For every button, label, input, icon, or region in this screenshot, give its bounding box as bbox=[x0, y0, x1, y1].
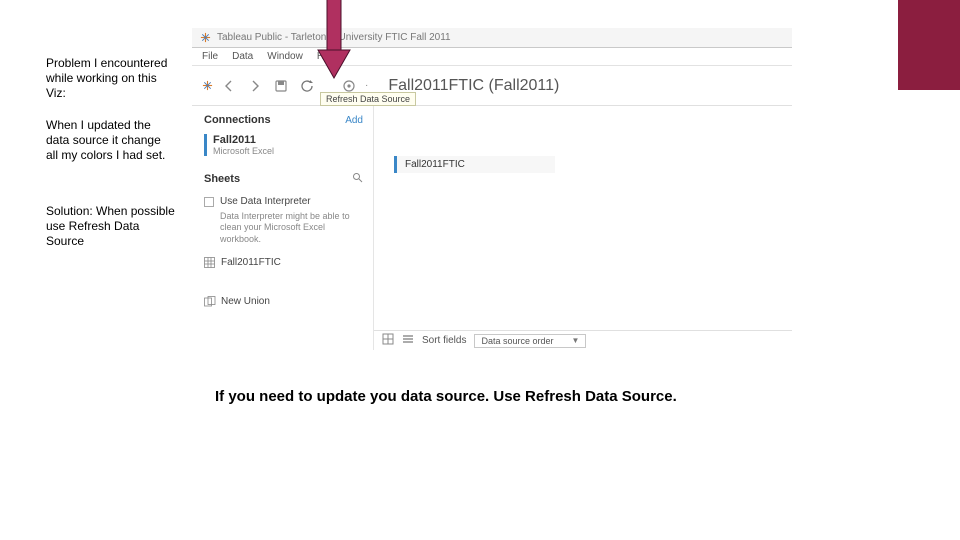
toolbar: Refresh Data Source · Fall2011FTIC (Fall… bbox=[192, 66, 792, 106]
tableau-screenshot: Tableau Public - Tarleton S University F… bbox=[192, 28, 792, 350]
joined-table-label: Fall2011FTIC bbox=[405, 159, 465, 170]
menubar: File Data Window Help bbox=[192, 48, 792, 66]
refresh-tooltip: Refresh Data Source bbox=[320, 92, 416, 106]
pointer-arrow bbox=[316, 0, 352, 80]
sheet-item-label: Fall2011FTIC bbox=[221, 257, 281, 268]
tableau-logo-icon bbox=[200, 32, 211, 43]
joined-table[interactable]: Fall2011FTIC bbox=[394, 156, 555, 173]
caption: If you need to update you data source. U… bbox=[215, 388, 677, 405]
search-icon[interactable] bbox=[352, 172, 363, 186]
sort-fields-value: Data source order bbox=[481, 336, 553, 346]
data-interpreter-label: Use Data Interpreter bbox=[220, 196, 311, 207]
tableau-logo-icon[interactable] bbox=[202, 80, 213, 91]
refresh-icon[interactable] bbox=[297, 76, 317, 96]
new-union-label: New Union bbox=[221, 296, 270, 307]
list-view-icon[interactable] bbox=[402, 333, 414, 348]
note-problem: Problem I encountered while working on t… bbox=[46, 56, 176, 101]
sort-fields-dropdown[interactable]: Data source order ▼ bbox=[474, 334, 586, 348]
fields-toolbar: Sort fields Data source order ▼ bbox=[374, 330, 792, 350]
chevron-down-icon: ▼ bbox=[572, 336, 580, 345]
grid-view-icon[interactable] bbox=[382, 333, 394, 348]
save-icon[interactable] bbox=[271, 76, 291, 96]
note-solution: Solution: When possible use Refresh Data… bbox=[46, 204, 176, 249]
back-button[interactable] bbox=[219, 76, 239, 96]
sort-fields-label: Sort fields bbox=[422, 335, 466, 346]
window-titlebar: Tableau Public - Tarleton S University F… bbox=[192, 28, 792, 48]
menu-data[interactable]: Data bbox=[232, 51, 253, 62]
menu-window[interactable]: Window bbox=[267, 51, 303, 62]
sheet-icon bbox=[204, 257, 215, 268]
union-icon bbox=[204, 296, 215, 307]
data-pane: Connections Add Fall2011 Microsoft Excel… bbox=[192, 106, 374, 350]
sheet-item[interactable]: Fall2011FTIC bbox=[204, 257, 363, 268]
note-detail: When I updated the data source it change… bbox=[46, 118, 176, 163]
canvas-pane: Fall2011FTIC Sort fields Data source ord… bbox=[374, 106, 792, 350]
connections-label: Connections bbox=[204, 114, 271, 126]
forward-button[interactable] bbox=[245, 76, 265, 96]
data-interpreter-checkbox[interactable] bbox=[204, 197, 214, 207]
connection-item[interactable]: Fall2011 Microsoft Excel bbox=[204, 134, 363, 156]
new-union[interactable]: New Union bbox=[204, 296, 363, 307]
connection-subtype: Microsoft Excel bbox=[213, 146, 363, 156]
accent-block bbox=[898, 0, 960, 90]
add-connection-link[interactable]: Add bbox=[345, 115, 363, 126]
menu-file[interactable]: File bbox=[202, 51, 218, 62]
sheets-label: Sheets bbox=[204, 173, 240, 185]
data-interpreter-help: Data Interpreter might be able to clean … bbox=[220, 211, 363, 245]
connection-name: Fall2011 bbox=[213, 134, 363, 146]
